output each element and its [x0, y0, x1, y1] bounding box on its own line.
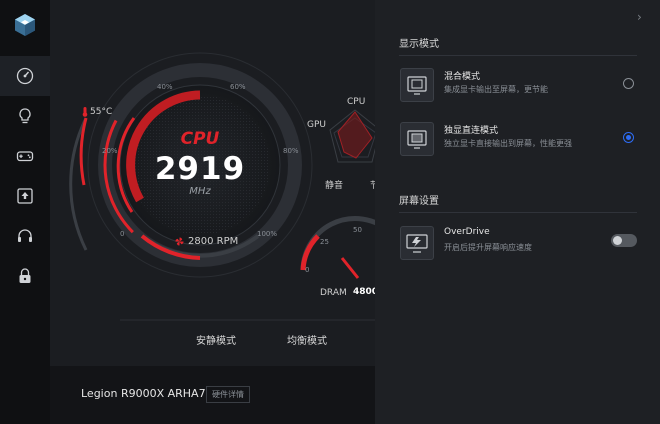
gamepad-icon	[16, 151, 34, 162]
dram-tick-50: 50	[353, 226, 362, 234]
hybrid-mode-title: 混合模式	[444, 72, 481, 82]
app-logo-icon	[15, 14, 35, 36]
radar-label-quiet: 静音	[325, 181, 344, 191]
discrete-gpu-mode-desc: 独立显卡直接输出到屏幕，性能更强	[444, 139, 572, 148]
sidebar-item-security[interactable]	[0, 256, 50, 296]
cpu-frequency-value: 2919	[154, 151, 246, 187]
device-name: Legion R9000X ARHA7	[81, 387, 206, 400]
device-info-bar: Legion R9000X ARHA7 硬件详情	[50, 366, 375, 424]
monitor-icon	[400, 226, 434, 260]
dram-tick-25: 25	[320, 238, 329, 246]
gauge-tick-20: 20%	[102, 147, 118, 155]
discrete-gpu-mode-radio[interactable]	[623, 132, 634, 143]
lock-icon	[19, 268, 31, 283]
divider	[399, 55, 637, 56]
hybrid-mode-radio[interactable]	[623, 78, 634, 89]
hybrid-mode-icon	[400, 68, 434, 102]
cpu-temperature-value: 55°C	[90, 107, 113, 117]
sidebar	[0, 0, 50, 424]
gauge-title: CPU	[180, 129, 220, 149]
gauge-tick-40: 40%	[157, 83, 173, 91]
sidebar-item-update[interactable]	[0, 176, 50, 216]
sidebar-item-dashboard[interactable]	[0, 56, 50, 96]
dram-needle	[340, 257, 360, 279]
radar-label-cpu: CPU	[347, 97, 366, 107]
sidebar-item-audio[interactable]	[0, 216, 50, 256]
collapse-chevron-icon[interactable]: ›	[637, 10, 642, 24]
discrete-gpu-mode-title: 独显直连模式	[444, 126, 499, 136]
dram-tick-0: 0	[305, 266, 310, 274]
gauge-tick-60: 60%	[230, 83, 246, 91]
dashboard-panel: 0 20% 40% 60% 80% 100% CPU 2919 MHz 2800…	[50, 0, 375, 424]
screen-settings-title: 屏幕设置	[399, 196, 439, 207]
sidebar-item-game[interactable]	[0, 136, 50, 176]
overdrive-title: OverDrive	[444, 227, 490, 237]
hardware-details-button[interactable]: 硬件详情	[206, 386, 250, 403]
thermometer-icon	[82, 107, 88, 117]
cpu-temperature: 55°C	[82, 107, 112, 117]
performance-mode-bar: 安静模式 均衡模式	[145, 318, 375, 362]
gauge-tick-100: 100%	[257, 230, 278, 238]
overdrive-option: OverDrive 开启后提升屏幕响应速度	[399, 224, 639, 264]
gauge-tick-0: 0	[120, 230, 125, 238]
divider	[399, 212, 637, 213]
dram-gauge-arc	[300, 234, 320, 271]
balanced-mode-button[interactable]: 均衡模式	[287, 332, 327, 347]
dram-label: DRAM	[320, 288, 347, 298]
headset-icon	[18, 229, 32, 242]
display-mode-title: 显示模式	[399, 39, 439, 50]
overdrive-toggle[interactable]	[611, 234, 637, 247]
display-settings-panel: › 显示模式 混合模式 集成显卡输出至屏幕，更节能 独显直连模式 独立显卡直接输…	[375, 0, 660, 424]
fan-icon	[175, 237, 184, 246]
hybrid-mode-option[interactable]: 混合模式 集成显卡输出至屏幕，更节能	[399, 66, 639, 106]
upload-icon	[17, 188, 33, 204]
fan-speed: 2800 RPM	[175, 236, 238, 247]
dashboard-icon	[16, 67, 34, 85]
cpu-frequency-unit: MHz	[189, 186, 211, 197]
radar-label-gpu: GPU	[307, 120, 326, 130]
fan-speed-value: 2800 RPM	[188, 236, 239, 247]
dram-value: 4800	[353, 287, 375, 297]
overdrive-desc: 开启后提升屏幕响应速度	[444, 243, 532, 252]
gauge-tick-80: 80%	[283, 147, 299, 155]
quiet-mode-button[interactable]: 安静模式	[196, 332, 236, 347]
discrete-gpu-mode-option[interactable]: 独显直连模式 独立显卡直接输出到屏幕，性能更强	[399, 120, 639, 160]
sidebar-item-lighting[interactable]	[0, 96, 50, 136]
toggle-knob	[613, 236, 622, 245]
hybrid-mode-desc: 集成显卡输出至屏幕，更节能	[444, 85, 548, 94]
lightbulb-icon	[19, 108, 31, 124]
discrete-gpu-mode-icon	[400, 122, 434, 156]
